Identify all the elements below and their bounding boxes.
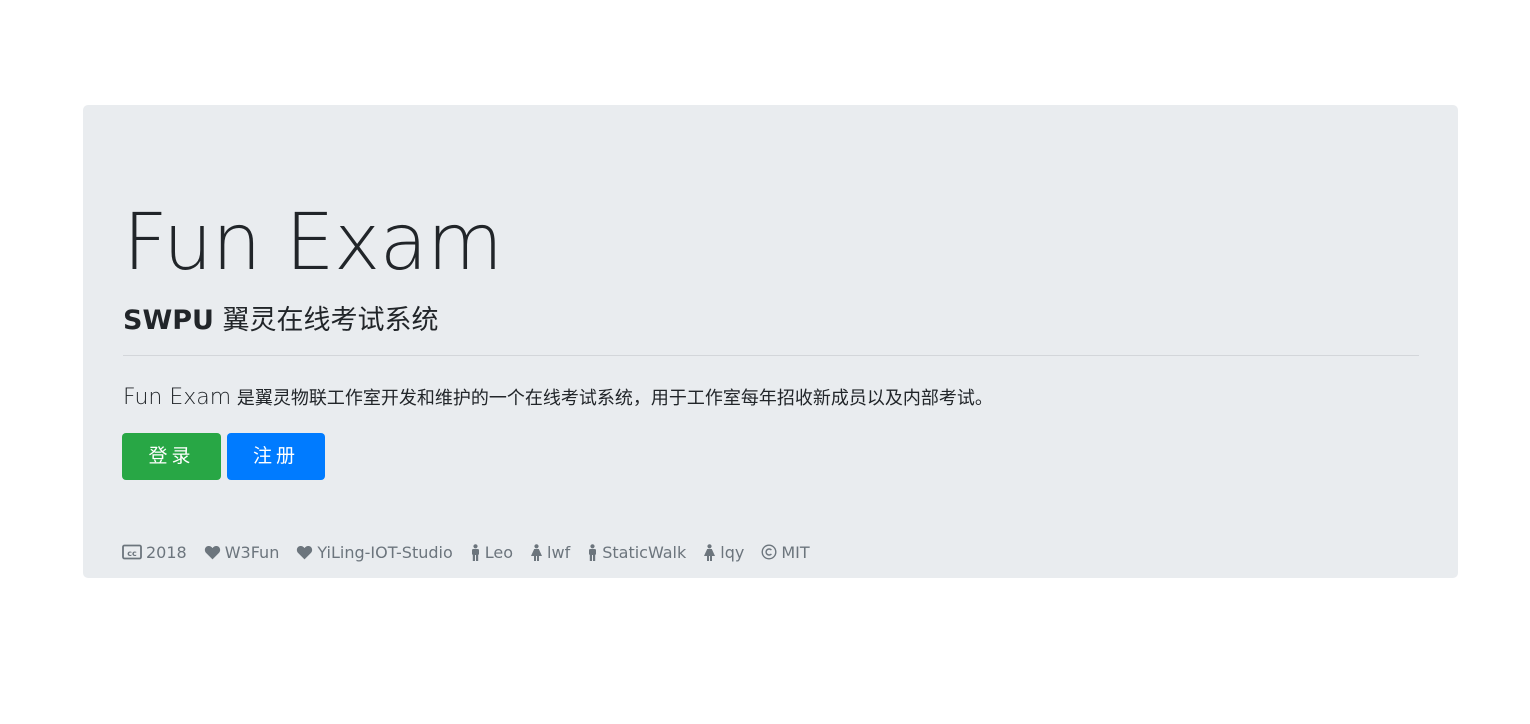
login-button[interactable]: 登录 bbox=[122, 433, 221, 480]
lead-paragraph: Fun Exam 是翼灵物联工作室开发和维护的一个在线考试系统，用于工作室每年招… bbox=[123, 382, 993, 415]
lead-text: 是翼灵物联工作室开发和维护的一个在线考试系统，用于工作室每年招收新成员以及内部考… bbox=[236, 388, 993, 409]
footer-item-staticwalk: StaticWalk bbox=[587, 543, 686, 562]
footer-label: lwf bbox=[547, 542, 571, 562]
footer-item-lqy: lqy bbox=[703, 543, 744, 562]
copyright-icon bbox=[761, 544, 777, 560]
jumbotron: Fun Exam SWPU 翼灵在线考试系统 Fun Exam 是翼灵物联工作室… bbox=[83, 105, 1458, 578]
footer-item-license: MIT bbox=[761, 542, 810, 562]
female-icon bbox=[530, 543, 543, 561]
footer-label: 2018 bbox=[146, 542, 187, 562]
register-button[interactable]: 注册 bbox=[227, 433, 325, 480]
footer-item-w3fun: W3Fun bbox=[204, 542, 280, 562]
footer-item-year: cc 2018 bbox=[122, 543, 187, 562]
page-title: Fun Exam bbox=[123, 198, 503, 288]
male-icon bbox=[470, 543, 481, 561]
footer-credits: cc 2018 W3Fun YiLing-IOT-Studio Leo lwf … bbox=[122, 541, 827, 563]
divider bbox=[123, 355, 1419, 356]
lead-name: Fun Exam bbox=[123, 385, 232, 410]
footer-label: W3Fun bbox=[224, 542, 280, 562]
subtitle-brand: SWPU bbox=[123, 305, 214, 336]
male-icon bbox=[587, 543, 598, 561]
svg-text:cc: cc bbox=[127, 549, 137, 558]
footer-label: StaticWalk bbox=[602, 542, 687, 562]
footer-item-leo: Leo bbox=[470, 543, 513, 562]
female-icon bbox=[703, 543, 716, 561]
creative-commons-icon: cc bbox=[122, 544, 142, 560]
footer-label: MIT bbox=[781, 542, 810, 562]
heart-icon bbox=[296, 545, 313, 560]
footer-label: Leo bbox=[484, 542, 514, 562]
footer-label: YiLing-IOT-Studio bbox=[317, 542, 453, 562]
footer-item-lwf: lwf bbox=[530, 543, 570, 562]
footer-item-studio: YiLing-IOT-Studio bbox=[296, 542, 453, 562]
heart-icon bbox=[204, 545, 221, 560]
subtitle-text: 翼灵在线考试系统 bbox=[222, 305, 439, 336]
footer-label: lqy bbox=[720, 542, 745, 562]
page-subtitle: SWPU 翼灵在线考试系统 bbox=[123, 303, 439, 339]
